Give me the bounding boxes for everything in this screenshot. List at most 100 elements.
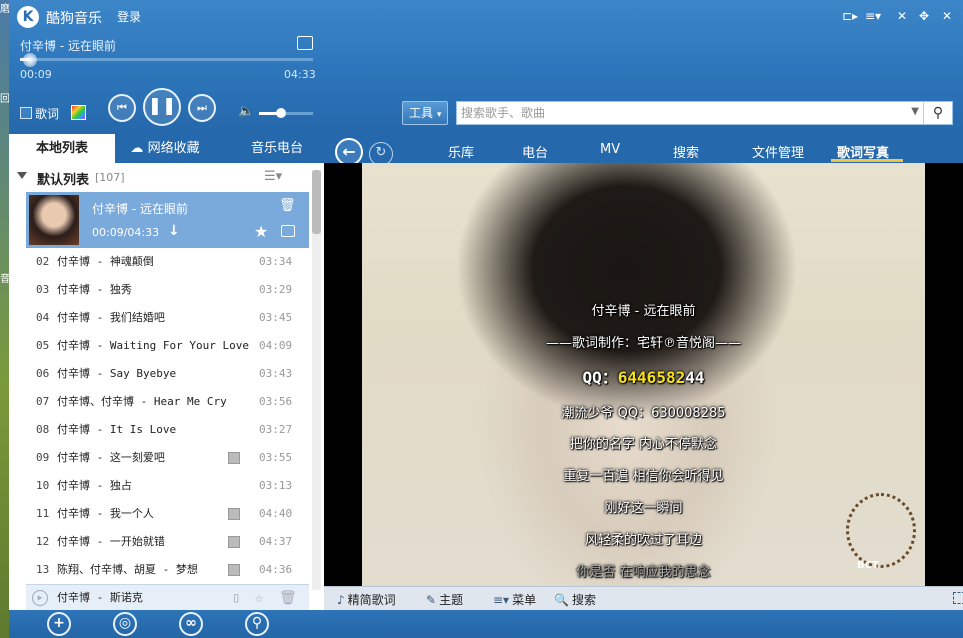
mv-icon[interactable] <box>228 564 240 576</box>
mv-icon[interactable]: ▯ <box>232 590 240 606</box>
move-icon[interactable]: ✥ <box>915 8 933 24</box>
chevron-down-icon: ▾ <box>436 110 442 120</box>
minimize-icon[interactable]: ✕ <box>893 8 911 24</box>
now-playing-row[interactable]: 付辛博 - 远在眼前 00:09/04:33 ↓ 🗑 ★ <box>26 192 309 248</box>
menu-icon[interactable]: ≡▾ <box>864 8 882 24</box>
table-row[interactable]: 10 付辛博 - 独占 03:13 <box>26 472 309 500</box>
login-link[interactable]: 登录 <box>117 8 141 25</box>
playlist-name: 默认列表 <box>37 173 90 188</box>
song-duration: 03:43 <box>259 367 293 380</box>
table-row[interactable]: 09 付辛博 - 这一刻爱吧 03:55 <box>26 444 309 472</box>
playlist-scrollbar[interactable] <box>312 170 321 590</box>
table-row[interactable]: 07 付辛博、付辛博 - Hear Me Cry 03:56 <box>26 388 309 416</box>
tab-nav-0[interactable]: 乐库 <box>448 142 474 161</box>
song-title: 付辛博 - Say Byebye <box>57 367 177 380</box>
back-button[interactable]: ← <box>335 138 363 166</box>
theme-icon: ✎ <box>426 593 437 607</box>
search-button[interactable]: 🔍 搜索 <box>554 591 596 608</box>
song-title: 付辛博 - It Is Love <box>57 423 177 436</box>
next-button[interactable]: ⏭ <box>188 94 216 122</box>
share-icon[interactable] <box>297 36 313 50</box>
previous-button[interactable]: ⏮ <box>108 94 136 122</box>
star-icon[interactable]: ☆ <box>255 590 263 606</box>
playlist-header[interactable]: 默认列表 [107] ☰▾ <box>9 163 324 191</box>
search-dropdown-icon[interactable]: ▼ <box>911 106 919 117</box>
progress-knob[interactable] <box>22 53 37 67</box>
search-box: ▼ <box>456 101 924 125</box>
color-palette-icon[interactable] <box>71 105 86 120</box>
fullscreen-icon[interactable] <box>953 592 963 604</box>
song-duration: 03:13 <box>259 479 293 492</box>
table-row[interactable]: 11 付辛博 - 我一个人 04:40 <box>26 500 309 528</box>
table-row[interactable]: 12 付辛博 - 一开始就错 04:37 <box>26 528 309 556</box>
pause-button[interactable]: ❚❚ <box>143 88 181 126</box>
trash-icon[interactable]: 🗑 <box>279 198 296 213</box>
tab-nav-1[interactable]: 电台 <box>522 142 548 161</box>
qq-highlighted: 6446582 <box>617 368 686 387</box>
now-playing-title: 付辛博 - 远在眼前 <box>92 202 188 216</box>
tab-nav-4[interactable]: 文件管理 <box>752 142 804 161</box>
tab-nav-5[interactable]: 歌词写真 <box>837 142 889 161</box>
mini-mode-icon[interactable]: ⊏▸ <box>841 8 859 24</box>
now-playing-time: 00:09/04:33 <box>92 226 160 239</box>
play-icon[interactable]: ▶ <box>32 590 48 606</box>
table-row[interactable]: 04 付辛博 - 我们结婚吧 03:45 <box>26 304 309 332</box>
song-title: 付辛博 - Waiting For Your Love <box>57 339 249 352</box>
download-icon[interactable]: ↓ <box>168 223 180 239</box>
mv-icon[interactable] <box>228 452 240 464</box>
search-icon: 🔍 <box>554 593 569 607</box>
track-number: 09 <box>36 451 50 464</box>
main-nav-bar: ← ↻ 乐库 电台 MV 搜索 文件管理 歌词写真 <box>324 134 963 166</box>
song-duration: 04:36 <box>259 563 293 576</box>
volume-icon[interactable]: 🔈 <box>238 104 254 119</box>
tab-nav-3[interactable]: 搜索 <box>673 142 699 161</box>
trash-icon[interactable]: 🗑 <box>279 590 297 606</box>
mv-icon[interactable] <box>228 536 240 548</box>
tools-button[interactable]: 工具 ▾ <box>402 101 448 125</box>
locate-icon[interactable]: ◎ <box>113 612 137 636</box>
track-number: 11 <box>36 507 50 520</box>
search-icon: ⚲ <box>932 105 944 121</box>
lyric-line: 刚好这一瞬间 <box>604 501 683 516</box>
table-row[interactable]: 06 付辛博 - Say Byebye 03:43 <box>26 360 309 388</box>
loop-icon[interactable]: ∞ <box>179 612 203 636</box>
progress-bar[interactable] <box>20 53 313 67</box>
tab-nav-2[interactable]: MV <box>600 142 620 157</box>
song-duration: 03:55 <box>259 451 293 464</box>
track-number: 04 <box>36 311 50 324</box>
collapse-triangle-icon[interactable] <box>17 172 27 179</box>
share-icon[interactable] <box>281 225 295 237</box>
tools-label: 工具 <box>409 106 434 120</box>
player-header: K 酷狗音乐 登录 ⊏▸ ≡▾ ✕ ✥ ✕ 付辛博 - 远在眼前 00:09 0… <box>9 0 963 134</box>
star-icon[interactable]: ★ <box>254 222 268 241</box>
menu-button[interactable]: ≡▾ 菜单 <box>493 591 536 608</box>
volume-knob[interactable] <box>275 108 286 118</box>
song-duration: 03:34 <box>259 255 293 268</box>
list-item[interactable]: ▶ 付辛博 - 斯诺克 ▯ ☆ 🗑 <box>26 584 309 610</box>
volume-slider[interactable] <box>259 108 313 118</box>
table-row[interactable]: 08 付辛博 - It Is Love 03:27 <box>26 416 309 444</box>
song-duration: 04:37 <box>259 535 293 548</box>
scrollbar-thumb[interactable] <box>312 170 321 234</box>
menu-icon: ≡▾ <box>493 593 510 607</box>
table-row[interactable]: 02 付辛博 - 神魂颠倒 03:34 <box>26 248 309 276</box>
lyric-toggle-label[interactable]: 歌词 <box>35 105 59 122</box>
track-number: 03 <box>36 283 50 296</box>
tab-network-favorites[interactable]: ☁ 网络收藏 <box>119 134 211 163</box>
toolbar-label: 菜单 <box>512 593 537 607</box>
search-input[interactable] <box>461 104 901 122</box>
search-icon[interactable]: ⚲ <box>245 612 269 636</box>
playlist-menu-icon[interactable]: ☰▾ <box>264 169 282 184</box>
tab-local-list[interactable]: 本地列表 <box>9 134 115 163</box>
mv-icon[interactable] <box>228 508 240 520</box>
close-icon[interactable]: ✕ <box>938 8 956 24</box>
table-row[interactable]: 13 陈翔、付辛博、胡夏 - 梦想 04:36 <box>26 556 309 584</box>
theme-button[interactable]: ✎ 主题 <box>426 591 463 608</box>
simplified-lyric-button[interactable]: ♪ 精简歌词 <box>337 591 396 608</box>
table-row[interactable]: 03 付辛博 - 独秀 03:29 <box>26 276 309 304</box>
lyric-checkbox[interactable] <box>20 107 32 119</box>
add-icon[interactable]: + <box>47 612 71 636</box>
search-button[interactable]: ⚲ <box>923 101 953 125</box>
table-row[interactable]: 05 付辛博 - Waiting For Your Love 04:09 <box>26 332 309 360</box>
tab-music-radio[interactable]: 音乐电台 <box>231 134 323 163</box>
